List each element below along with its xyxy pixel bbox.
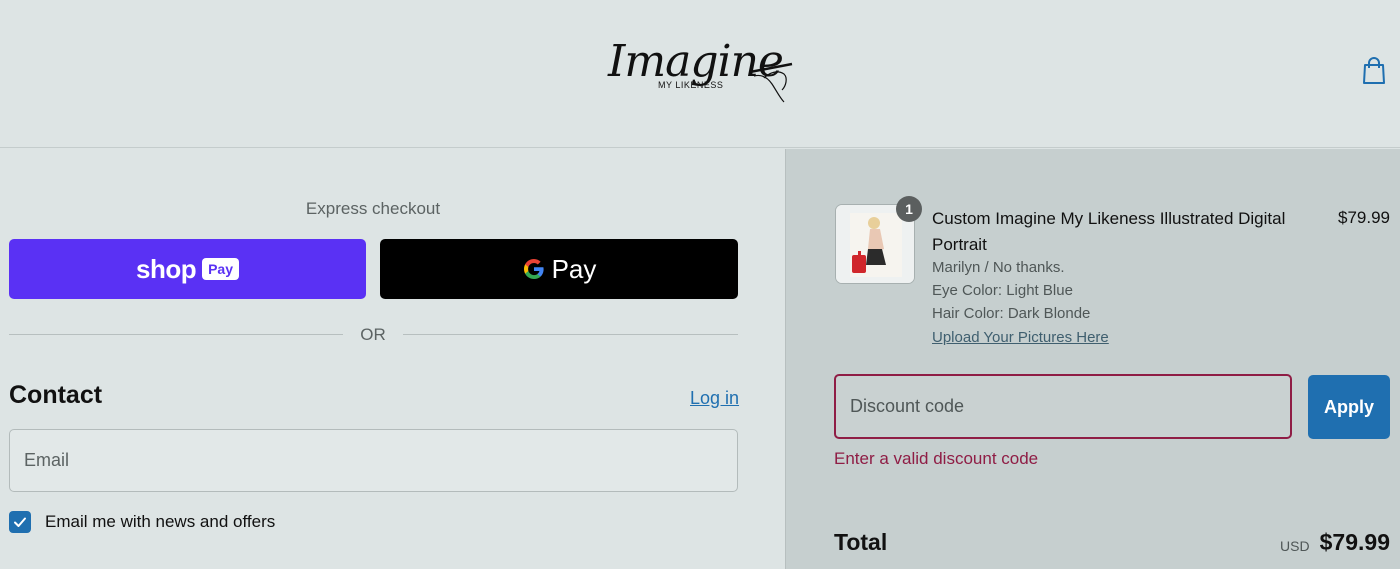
newsletter-label: Email me with news and offers xyxy=(45,512,276,531)
store-logo[interactable]: Imagine MY LIKENESS xyxy=(606,36,802,108)
email-field[interactable] xyxy=(9,429,738,492)
log-in-link[interactable]: Log in xyxy=(690,388,739,409)
pencil-hand-icon xyxy=(749,62,793,103)
or-divider: OR xyxy=(9,325,738,345)
google-pay-button[interactable]: Pay xyxy=(380,239,738,299)
google-pay-wordmark: Pay xyxy=(551,253,597,284)
quantity-badge: 1 xyxy=(896,196,922,222)
product-variant: Marilyn / No thanks. xyxy=(932,259,1065,276)
shop-pay-button[interactable]: shop Pay xyxy=(9,239,366,299)
shop-pay-chip: Pay xyxy=(202,258,240,280)
divider-line-left xyxy=(9,334,343,335)
order-summary: 1 Custom Imagine My Likeness Illustrated… xyxy=(785,149,1400,569)
newsletter-option: Email me with news and offers xyxy=(9,509,275,535)
discount-error-message: Enter a valid discount code xyxy=(834,449,1039,468)
total-amount: $79.99 xyxy=(1319,529,1390,555)
newsletter-checkbox[interactable] xyxy=(9,511,31,533)
logo-subtitle: MY LIKENESS xyxy=(658,80,724,90)
product-price: $79.99 xyxy=(1338,208,1390,227)
discount-code-field[interactable] xyxy=(834,374,1292,439)
or-label: OR xyxy=(360,325,386,344)
apply-discount-button[interactable]: Apply xyxy=(1308,375,1390,439)
upload-pictures-link[interactable]: Upload Your Pictures Here xyxy=(932,329,1109,346)
total-currency: USD xyxy=(1280,538,1310,554)
shop-pay-wordmark: shop xyxy=(135,253,197,284)
check-icon xyxy=(14,517,26,527)
google-g-icon xyxy=(523,259,544,279)
divider-line-right xyxy=(403,334,738,335)
express-checkout-label: Express checkout xyxy=(305,199,441,218)
checkout-form: Express checkout shop Pay Pay OR Contact… xyxy=(0,149,785,569)
product-title: Custom Imagine My Likeness Illustrated D… xyxy=(932,209,1286,254)
header: Imagine MY LIKENESS xyxy=(0,0,1400,148)
product-hair-color: Hair Color: Dark Blonde xyxy=(932,305,1091,322)
total-label: Total xyxy=(834,529,888,555)
contact-heading: Contact xyxy=(9,381,103,409)
product-eye-color: Eye Color: Light Blue xyxy=(932,282,1073,299)
cart-icon[interactable] xyxy=(1360,56,1388,86)
